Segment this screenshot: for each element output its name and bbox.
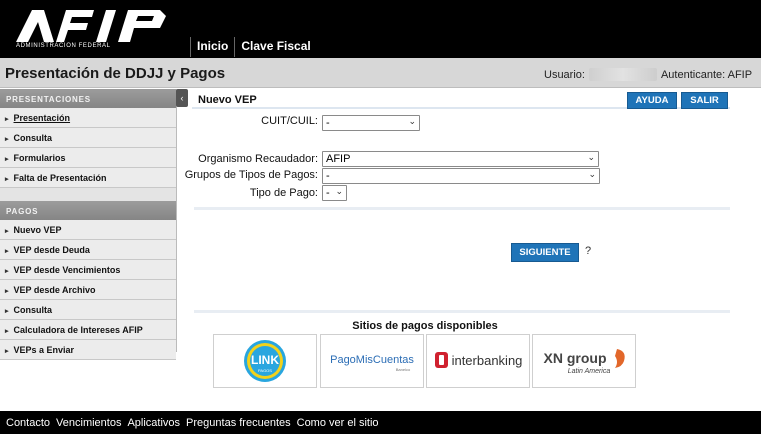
pagomiscuentas-logo[interactable]: PagoMisCuentas Banelco <box>320 334 424 388</box>
section-header: Nuevo VEP AYUDA SALIR <box>192 91 730 109</box>
organismo-label: Organismo Recaudador: <box>198 153 318 165</box>
bullet-arrow-icon: ▸ <box>5 248 9 255</box>
sidebar-item-veps-enviar[interactable]: ▸ VEPs a Enviar <box>0 340 176 360</box>
sidebar-item-label: Formularios <box>13 153 66 163</box>
sidebar-collapse-button[interactable]: ‹ <box>176 89 188 107</box>
cuit-select-value: - <box>326 117 330 129</box>
xn-logo-text: XN group <box>544 350 607 366</box>
pmc-logo-text: PagoMisCuentas <box>330 354 414 366</box>
cuit-select[interactable]: - ⌄ <box>322 115 420 131</box>
sidebar-item-label: Presentación <box>13 113 71 123</box>
grupos-select[interactable]: - ⌄ <box>322 168 600 184</box>
bullet-arrow-icon: ▸ <box>5 228 9 235</box>
interbanking-logo[interactable]: interbanking <box>426 334 530 388</box>
sidebar-item-label: Nuevo VEP <box>13 225 62 235</box>
chevron-down-icon: ⌄ <box>587 152 595 162</box>
brand-subtitle: ADMINISTRACION FEDERAL <box>16 43 111 49</box>
xn-group-logo[interactable]: XN group Latin America <box>532 334 636 388</box>
bullet-arrow-icon: ▸ <box>5 136 9 143</box>
sidebar-header-pagos: PAGOS <box>0 201 176 220</box>
link-logo-sub: PAGOS <box>258 368 272 373</box>
chevron-down-icon: ⌄ <box>335 186 343 196</box>
bullet-arrow-icon: ▸ <box>5 288 9 295</box>
sidebar-item-vep-vencimientos[interactable]: ▸ VEP desde Vencimientos <box>0 260 176 280</box>
bullet-arrow-icon: ▸ <box>5 268 9 275</box>
top-nav: Inicio Clave Fiscal <box>190 37 317 57</box>
user-info: Usuario: Autenticante: AFIP <box>544 68 752 81</box>
sidebar-item-label: VEP desde Archivo <box>13 285 96 295</box>
chevron-down-icon: ⌄ <box>408 116 416 126</box>
sidebar-item-presentacion[interactable]: ▸ Presentación <box>0 108 176 128</box>
bullet-arrow-icon: ▸ <box>5 176 9 183</box>
title-bar: Presentación de DDJJ y Pagos Usuario: Au… <box>0 58 761 88</box>
footer-como-ver[interactable]: Como ver el sitio <box>297 417 379 429</box>
bullet-arrow-icon: ▸ <box>5 308 9 315</box>
footer-vencimientos[interactable]: Vencimientos <box>56 417 121 429</box>
sidebar-item-falta-presentacion[interactable]: ▸ Falta de Presentación <box>0 168 176 188</box>
tipo-select-value: - <box>326 187 330 199</box>
sidebar-item-label: Consulta <box>13 305 53 315</box>
footer-aplicativos[interactable]: Aplicativos <box>127 417 180 429</box>
cuit-label: CUIT/CUIL: <box>261 115 318 127</box>
top-header: ADMINISTRACION FEDERAL Inicio Clave Fisc… <box>0 0 761 58</box>
salir-button[interactable]: SALIR <box>681 92 728 109</box>
chevron-down-icon: ⌄ <box>588 169 596 179</box>
sidebar-item-vep-archivo[interactable]: ▸ VEP desde Archivo <box>0 280 176 300</box>
sidebar-item-label: Calculadora de Intereses AFIP <box>13 325 143 335</box>
sidebar-item-consulta-pagos[interactable]: ▸ Consulta <box>0 300 176 320</box>
sidebar-item-nuevo-vep[interactable]: ▸ Nuevo VEP <box>0 220 176 240</box>
section-title: Nuevo VEP <box>198 94 257 106</box>
bullet-arrow-icon: ▸ <box>5 348 9 355</box>
sidebar-item-label: Consulta <box>13 133 53 143</box>
sidebar-item-label: VEP desde Deuda <box>13 245 90 255</box>
user-label: Usuario: <box>544 68 585 81</box>
link-pagos-logo[interactable]: LINK PAGOS <box>213 334 317 388</box>
user-name-redacted <box>588 68 657 81</box>
payment-sites-title: Sitios de pagos disponibles <box>352 320 498 332</box>
footer: Contacto Vencimientos Aplicativos Pregun… <box>0 411 761 434</box>
organismo-select[interactable]: AFIP ⌄ <box>322 151 599 167</box>
grupos-label: Grupos de Tipos de Pagos: <box>184 169 318 181</box>
bullet-arrow-icon: ▸ <box>5 116 9 123</box>
nav-clave-fiscal[interactable]: Clave Fiscal <box>234 37 316 57</box>
footer-preguntas[interactable]: Preguntas frecuentes <box>186 417 291 429</box>
sidebar-item-calculadora[interactable]: ▸ Calculadora de Intereses AFIP <box>0 320 176 340</box>
siguiente-button[interactable]: SIGUIENTE <box>511 243 579 262</box>
sidebar: PRESENTACIONES ▸ Presentación ▸ Consulta ▸… <box>0 89 177 360</box>
tipo-label: Tipo de Pago: <box>249 187 318 199</box>
sidebar-item-formularios[interactable]: ▸ Formularios <box>0 148 176 168</box>
bullet-arrow-icon: ▸ <box>5 156 9 163</box>
sidebar-header-presentaciones: PRESENTACIONES <box>0 89 176 108</box>
bullet-arrow-icon: ▸ <box>5 328 9 335</box>
link-logo-text: LINK <box>251 353 279 367</box>
ayuda-button[interactable]: AYUDA <box>627 92 677 109</box>
xn-logo-sub: Latin America <box>568 368 611 375</box>
sidebar-item-vep-deuda[interactable]: ▸ VEP desde Deuda <box>0 240 176 260</box>
help-icon[interactable]: ? <box>585 245 591 257</box>
grupos-select-value: - <box>326 170 330 182</box>
organismo-select-value: AFIP <box>326 153 351 165</box>
interbanking-logo-text: interbanking <box>452 353 523 368</box>
sidebar-item-label: VEP desde Vencimientos <box>13 265 121 275</box>
auth-label: Autenticante: AFIP <box>660 68 753 81</box>
page-title: Presentación de DDJJ y Pagos <box>5 65 226 82</box>
sidebar-item-label: VEPs a Enviar <box>13 345 75 355</box>
sidebar-item-consulta[interactable]: ▸ Consulta <box>0 128 176 148</box>
divider <box>194 207 730 210</box>
divider <box>194 310 730 313</box>
sidebar-item-label: Falta de Presentación <box>13 173 107 183</box>
pmc-logo-sub: Banelco <box>396 367 411 372</box>
footer-contacto[interactable]: Contacto <box>6 417 50 429</box>
tipo-select[interactable]: - ⌄ <box>322 185 347 201</box>
nav-inicio[interactable]: Inicio <box>190 37 234 57</box>
